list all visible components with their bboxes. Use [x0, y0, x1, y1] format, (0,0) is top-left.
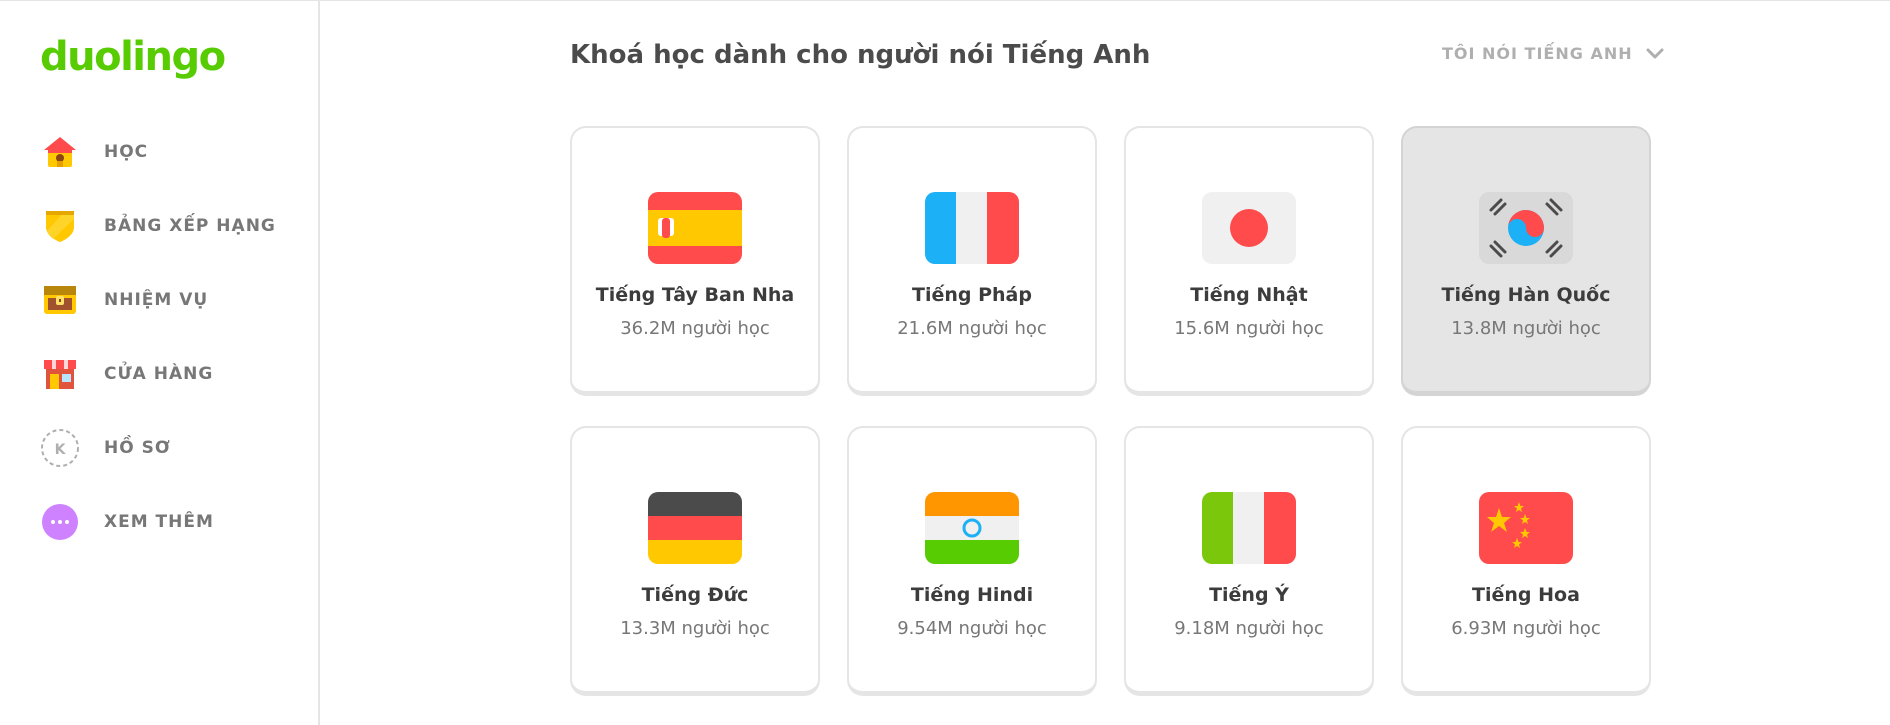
avatar-letter: K [55, 442, 67, 458]
sidebar-item-label: HỌC [104, 142, 149, 162]
korea-flag-icon [1479, 192, 1573, 264]
treasure-chest-icon [36, 276, 84, 324]
duolingo-logo[interactable]: duolingo [40, 34, 226, 80]
course-name: Tiếng Hoa [1472, 584, 1580, 606]
course-card-french[interactable]: Tiếng Pháp 21.6M người học [847, 126, 1097, 396]
course-name: Tiếng Đức [641, 584, 749, 606]
course-learner-count: 6.93M người học [1451, 618, 1601, 639]
course-learner-count: 21.6M người học [897, 318, 1047, 339]
course-learner-count: 9.18M người học [1174, 618, 1324, 639]
germany-flag-icon [648, 492, 742, 564]
sidebar-item-leaderboard[interactable]: BẢNG XẾP HẠNG [36, 198, 296, 254]
home-icon [36, 128, 84, 176]
sidebar-item-profile[interactable]: K HỒ SƠ [36, 420, 296, 476]
course-card-korean[interactable]: Tiếng Hàn Quốc 13.8M người học [1401, 126, 1651, 396]
course-card-hindi[interactable]: Tiếng Hindi 9.54M người học [847, 426, 1097, 696]
sidebar-item-more[interactable]: XEM THÊM [36, 494, 296, 550]
course-name: Tiếng Ý [1209, 584, 1289, 606]
course-learner-count: 9.54M người học [897, 618, 1047, 639]
course-name: Tiếng Nhật [1190, 284, 1308, 306]
france-flag-icon [925, 192, 1019, 264]
sidebar-item-shop[interactable]: CỬA HÀNG [36, 346, 296, 402]
page-title: Khoá học dành cho người nói Tiếng Anh [570, 40, 1151, 70]
course-card-spanish[interactable]: Tiếng Tây Ban Nha 36.2M người học [570, 126, 820, 396]
sidebar-item-label: CỬA HÀNG [104, 364, 214, 384]
course-learner-count: 13.8M người học [1451, 318, 1601, 339]
sidebar-item-label: HỒ SƠ [104, 438, 171, 458]
course-learner-count: 13.3M người học [620, 618, 770, 639]
course-name: Tiếng Pháp [912, 284, 1032, 306]
spain-flag-icon [648, 192, 742, 264]
course-name: Tiếng Hàn Quốc [1441, 284, 1611, 306]
course-learner-count: 36.2M người học [620, 318, 770, 339]
italy-flag-icon [1202, 492, 1296, 564]
sidebar-item-learn[interactable]: HỌC [36, 124, 296, 180]
sidebar-item-label: NHIỆM VỤ [104, 290, 209, 310]
language-selector-label: TÔI NÓI TIẾNG ANH [1442, 44, 1633, 63]
india-flag-icon [925, 492, 1019, 564]
course-name: Tiếng Tây Ban Nha [595, 284, 795, 306]
sidebar-nav: HỌC BẢNG XẾP HẠNG NHIỆM VỤ CỬA HÀNG K HỒ… [36, 124, 296, 568]
profile-avatar-icon: K [36, 424, 84, 472]
chevron-down-icon [1646, 48, 1664, 58]
sidebar-item-label: BẢNG XẾP HẠNG [104, 216, 276, 236]
course-name: Tiếng Hindi [910, 584, 1034, 606]
course-card-italian[interactable]: Tiếng Ý 9.18M người học [1124, 426, 1374, 696]
course-card-german[interactable]: Tiếng Đức 13.3M người học [570, 426, 820, 696]
shop-icon [36, 350, 84, 398]
shield-icon [36, 202, 84, 250]
course-card-japanese[interactable]: Tiếng Nhật 15.6M người học [1124, 126, 1374, 396]
course-learner-count: 15.6M người học [1174, 318, 1324, 339]
sidebar-item-label: XEM THÊM [104, 512, 214, 532]
sidebar: duolingo HỌC BẢNG XẾP HẠNG NHIỆM VỤ CỬA … [0, 0, 320, 725]
course-card-chinese[interactable]: Tiếng Hoa 6.93M người học [1401, 426, 1651, 696]
japan-flag-icon [1202, 192, 1296, 264]
language-selector[interactable]: TÔI NÓI TIẾNG ANH [1442, 44, 1665, 63]
more-icon [36, 498, 84, 546]
sidebar-item-quests[interactable]: NHIỆM VỤ [36, 272, 296, 328]
china-flag-icon [1479, 492, 1573, 564]
